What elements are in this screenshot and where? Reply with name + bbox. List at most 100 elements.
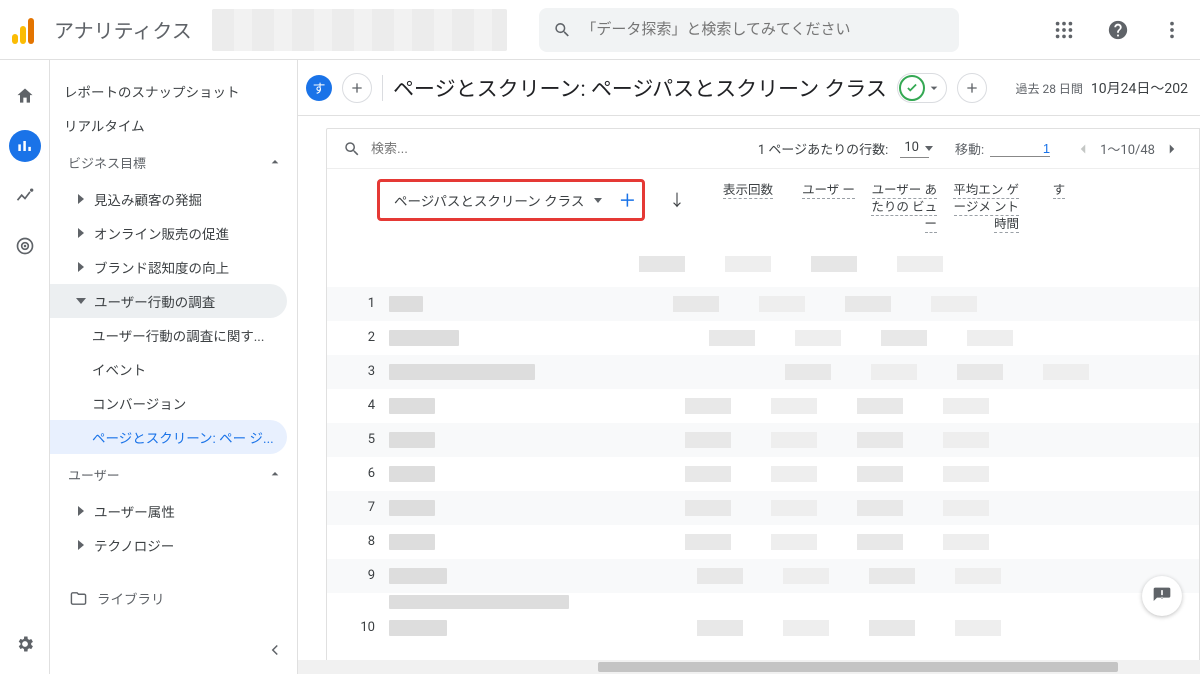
row-dimension-mask (389, 500, 435, 516)
side-nav: レポートのスナップショット リアルタイム ビジネス目標 見込み顧客の発掘 オンラ… (50, 60, 298, 674)
date-range[interactable]: 過去 28 日間 10月24日～202 (1015, 78, 1188, 98)
rows-per-page-select[interactable]: 10 (900, 140, 929, 158)
property-picker[interactable] (212, 9, 507, 51)
more-vert-icon[interactable] (1152, 10, 1192, 50)
nav-pages-screens[interactable]: ページとスクリーン: ペー ジ... (50, 420, 287, 454)
analytics-logo-icon (12, 16, 40, 44)
table-row[interactable]: 10 (327, 611, 1199, 645)
metric-views[interactable]: 表示回数 (701, 179, 773, 200)
row-dimension-mask (389, 296, 423, 312)
product-name: アナリティクス (54, 15, 192, 44)
dimension-picker[interactable]: ページパスとスクリーン クラス ＋ (377, 179, 645, 221)
add-dimension-icon[interactable]: ＋ (618, 187, 636, 213)
table-row[interactable]: 7 (327, 491, 1199, 525)
date-prefix: 過去 28 日間 (1015, 80, 1082, 97)
nav-user-attributes[interactable]: ユーザー属性 (50, 494, 297, 528)
chevron-down-icon (926, 80, 942, 96)
nav-section-user[interactable]: ユーザー (50, 454, 297, 494)
search-icon (553, 20, 572, 40)
apps-icon[interactable] (1044, 10, 1084, 50)
table-row[interactable]: 1 (327, 287, 1199, 321)
nav-realtime[interactable]: リアルタイム (50, 108, 297, 142)
table-toolbar: 1 ページあたりの行数: 10 移動: 1～10/48 (327, 129, 1199, 169)
nav-section-business-label: ビジネス目標 (68, 153, 146, 172)
row-dimension-mask (389, 620, 447, 636)
row-index: 3 (343, 364, 375, 379)
search-icon (343, 140, 361, 158)
table-header: ページパスとスクリーン クラス ＋ ↓ 表示回数 ユーザ ー ユーザー あたりの… (327, 169, 1199, 241)
table-row[interactable]: 9 (327, 559, 1199, 593)
rail-reports-icon[interactable] (9, 130, 41, 162)
table-row[interactable]: 4 (327, 389, 1199, 423)
row-dimension-mask (389, 432, 435, 448)
help-icon[interactable] (1098, 10, 1138, 50)
row-index: 9 (343, 568, 375, 583)
table-search-input[interactable] (371, 141, 748, 156)
row-index: 6 (343, 466, 375, 481)
table-row[interactable]: 3 (327, 355, 1199, 389)
table-row[interactable]: 6 (327, 457, 1199, 491)
nav-technology[interactable]: テクノロジー (50, 528, 297, 562)
page-range: 1～10/48 (1100, 139, 1155, 158)
row-index: 7 (343, 500, 375, 515)
nav-leads[interactable]: 見込み顧客の発掘 (50, 182, 297, 216)
rail-advertising-icon[interactable] (9, 230, 41, 262)
nav-online-sales[interactable]: オンライン販売の促進 (50, 216, 297, 250)
segment-chip[interactable]: す (306, 75, 332, 101)
row-index: 2 (343, 330, 375, 345)
customize-button[interactable] (957, 73, 987, 103)
main-area: す ページとスクリーン: ページパスとスクリーン クラス 過去 28 日間 10… (298, 60, 1200, 674)
nav-user-behavior[interactable]: ユーザー行動の調査 (50, 284, 287, 318)
table-row[interactable]: 2 (327, 321, 1199, 355)
nav-user-behavior-overview[interactable]: ユーザー行動の調査に関す... (50, 318, 297, 352)
rail-admin-icon[interactable] (9, 628, 41, 660)
page-next-button[interactable] (1161, 138, 1183, 160)
rail-home-icon[interactable] (9, 80, 41, 112)
global-search-input[interactable] (581, 21, 944, 38)
status-pill[interactable] (897, 73, 947, 103)
rows-per-page-label: 1 ページあたりの行数: (758, 139, 888, 158)
goto-label: 移動: (955, 139, 984, 158)
dimension-label: ページパスとスクリーン クラス (394, 190, 584, 210)
chevron-up-icon (267, 466, 283, 482)
status-check-icon (899, 75, 925, 101)
nav-events[interactable]: イベント (50, 352, 297, 386)
row-dimension-mask (389, 398, 435, 414)
global-search[interactable] (539, 8, 959, 52)
table-row[interactable]: 5 (327, 423, 1199, 457)
row-dimension-mask (389, 364, 535, 380)
nav-library[interactable]: ライブラリ (50, 580, 297, 616)
metric-overflow: す (1047, 179, 1065, 200)
rail-explore-icon[interactable] (9, 180, 41, 212)
table-row[interactable]: 8 (327, 525, 1199, 559)
metric-users[interactable]: ユーザ ー (783, 179, 855, 200)
row-index: 5 (343, 432, 375, 447)
sort-desc-icon[interactable]: ↓ (669, 187, 685, 211)
row-dimension-mask (389, 534, 435, 550)
nav-conversions[interactable]: コンバージョン (50, 386, 297, 420)
row-index: 8 (343, 534, 375, 549)
nav-collapse-button[interactable] (261, 636, 289, 664)
row-index: 1 (343, 296, 375, 311)
date-range-text: 10月24日～202 (1091, 78, 1188, 98)
metric-views-per-user[interactable]: ユーザー あたりの ビュー (865, 179, 937, 234)
nav-snapshot[interactable]: レポートのスナップショット (50, 74, 297, 108)
nav-brand-awareness[interactable]: ブランド認知度の向上 (50, 250, 297, 284)
chevron-down-icon (594, 198, 602, 203)
nav-rail (0, 60, 50, 674)
metric-avg-engagement[interactable]: 平均エン ゲージメ ント時間 (947, 179, 1019, 234)
row-dimension-mask (389, 568, 447, 584)
page-prev-button[interactable] (1072, 138, 1094, 160)
nav-section-business[interactable]: ビジネス目標 (50, 142, 297, 182)
app-bar: アナリティクス (0, 0, 1200, 60)
nav-section-user-label: ユーザー (68, 465, 120, 484)
folder-icon (70, 590, 87, 607)
row-dimension-mask (389, 330, 459, 346)
page-title: ページとスクリーン: ページパスとスクリーン クラス (393, 73, 887, 103)
scrollbar-thumb[interactable] (598, 662, 1118, 672)
table-row (327, 593, 1199, 611)
horizontal-scrollbar[interactable] (298, 660, 1200, 674)
add-comparison-button[interactable] (342, 73, 372, 103)
feedback-button[interactable] (1142, 576, 1182, 616)
goto-input[interactable] (990, 141, 1050, 157)
